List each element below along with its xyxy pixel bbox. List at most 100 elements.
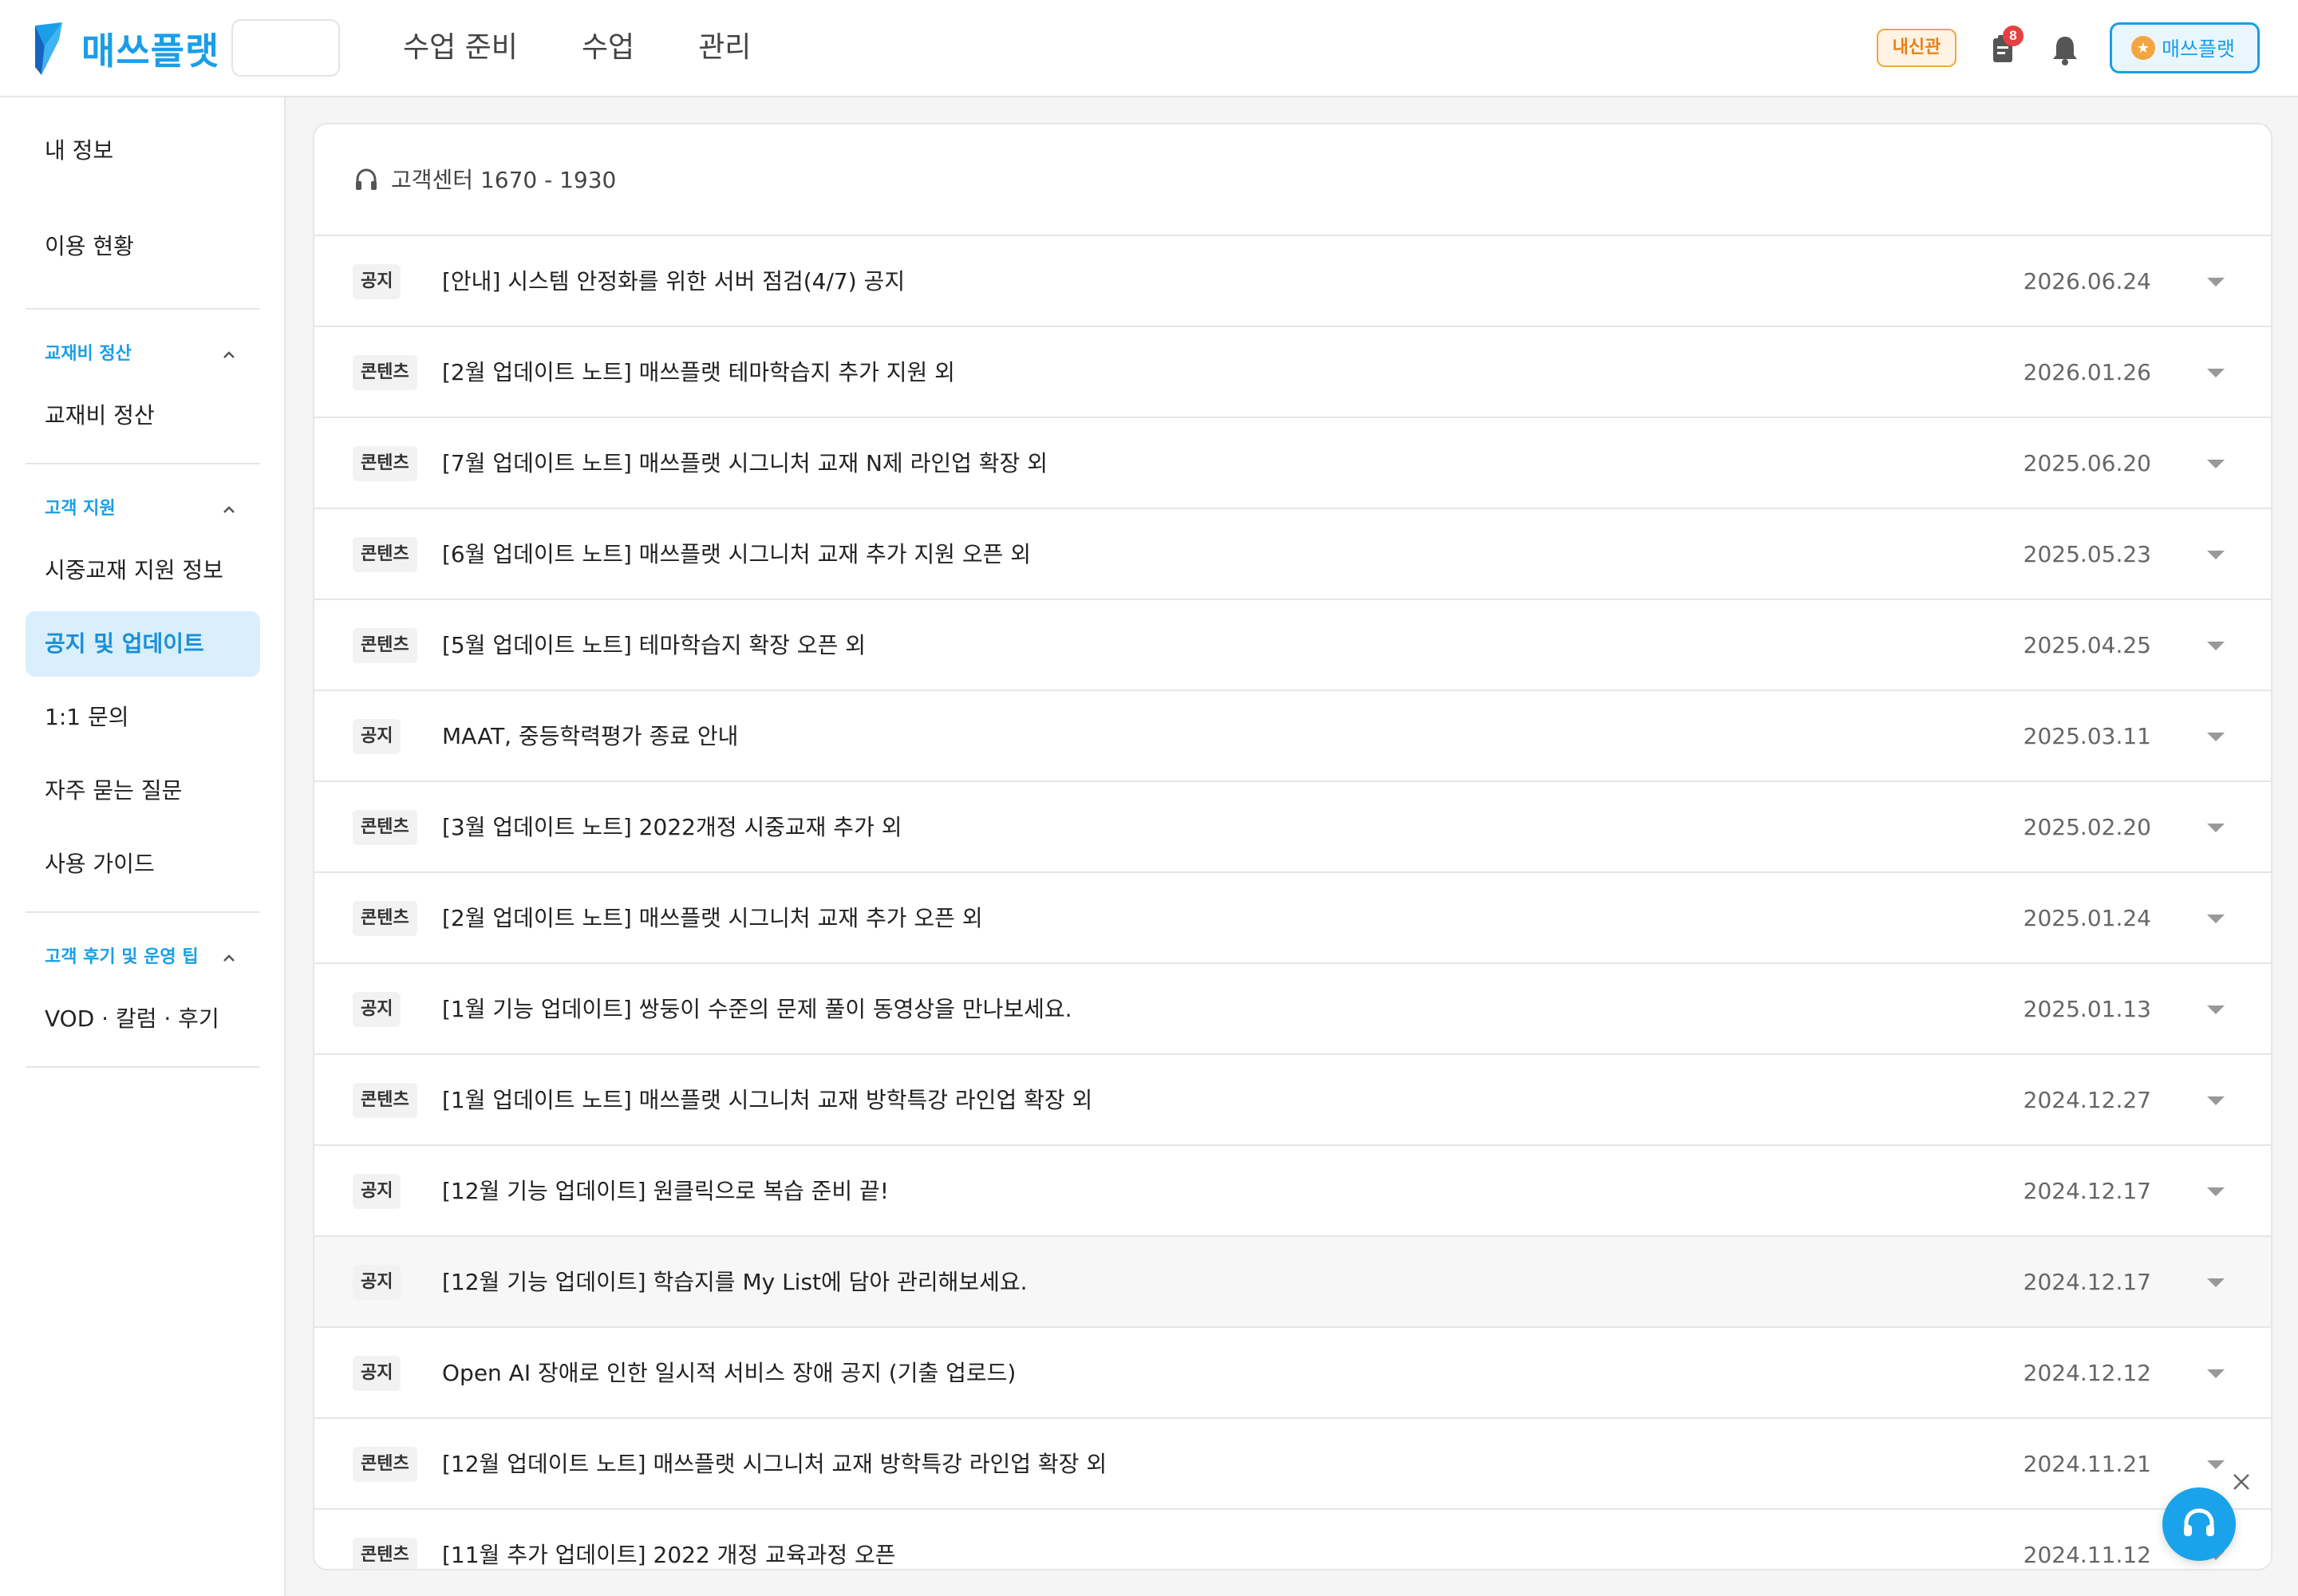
support-phone: 고객센터 1670 - 1930 xyxy=(391,167,617,193)
notice-title[interactable]: [안내] 시스템 안정화를 위한 서버 점검(4/7) 공지 xyxy=(442,260,905,303)
caret-down-icon[interactable] xyxy=(2205,1094,2226,1107)
sidebar-item-usage[interactable]: 이용 현황 xyxy=(26,214,260,279)
caret-down-icon[interactable] xyxy=(2205,275,2226,288)
notice-date: 2024.12.17 xyxy=(2023,1178,2151,1204)
notice-title[interactable]: [3월 업데이트 노트] 2022개정 시중교재 추가 외 xyxy=(442,806,902,849)
list-item[interactable]: 공지 [12월 기능 업데이트] 학습지를 My List에 담아 관리해보세요… xyxy=(314,1237,2271,1328)
sidebar-item-textbook[interactable]: 교재비 정산 xyxy=(26,383,260,448)
caret-down-icon[interactable] xyxy=(2205,1185,2226,1198)
caret-down-icon[interactable] xyxy=(2205,821,2226,834)
caret-down-icon[interactable] xyxy=(2205,548,2226,561)
category-badge: 공지 xyxy=(353,1356,401,1391)
caret-down-icon[interactable] xyxy=(2205,1003,2226,1016)
list-item[interactable]: 공지 [12월 기능 업데이트] 원클릭으로 복습 준비 끝! 2024.12.… xyxy=(314,1146,2271,1237)
notice-date: 2025.01.24 xyxy=(2023,905,2151,931)
list-item[interactable]: 콘텐츠 [11월 추가 업데이트] 2022 개정 교육과정 오픈 2024.1… xyxy=(314,1510,2271,1569)
notice-title[interactable]: Open AI 장애로 인한 일시적 서비스 장애 공지 (기출 업로드) xyxy=(442,1352,1016,1395)
list-item[interactable]: 콘텐츠 [1월 업데이트 노트] 매쓰플랫 시그니처 교재 방학특강 라인업 확… xyxy=(314,1055,2271,1146)
list-item[interactable]: 콘텐츠 [12월 업데이트 노트] 매쓰플랫 시그니처 교재 방학특강 라인업 … xyxy=(314,1419,2271,1510)
sidebar-item-vod[interactable]: VOD · 칼럼 · 후기 xyxy=(26,986,260,1052)
list-item[interactable]: 콘텐츠 [2월 업데이트 노트] 매쓰플랫 시그니처 교재 추가 오픈 외 20… xyxy=(314,873,2271,964)
bell-icon[interactable] xyxy=(2049,32,2081,67)
notice-date: 2024.12.27 xyxy=(2023,1087,2151,1113)
help-chat-button[interactable] xyxy=(2162,1487,2236,1561)
sidebar-item-my-info[interactable]: 내 정보 xyxy=(26,118,260,184)
caret-down-icon[interactable] xyxy=(2205,1276,2226,1289)
sidebar-item-textbook-support[interactable]: 시중교재 지원 정보 xyxy=(26,538,260,603)
list-item[interactable]: 콘텐츠 [6월 업데이트 노트] 매쓰플랫 시그니처 교재 추가 지원 오픈 외… xyxy=(314,509,2271,600)
nav-lesson[interactable]: 수업 xyxy=(582,24,634,72)
category-badge: 공지 xyxy=(353,719,401,754)
sidebar-divider xyxy=(26,308,260,310)
caret-down-icon[interactable] xyxy=(2205,912,2226,925)
caret-down-icon[interactable] xyxy=(2205,1458,2226,1471)
notice-title[interactable]: [2월 업데이트 노트] 매쓰플랫 시그니처 교재 추가 오픈 외 xyxy=(442,897,983,940)
list-item[interactable]: 공지 [1월 기능 업데이트] 쌍둥이 수준의 문제 풀이 동영상을 만나보세요… xyxy=(314,964,2271,1055)
notice-title[interactable]: [6월 업데이트 노트] 매쓰플랫 시그니처 교재 추가 지원 오픈 외 xyxy=(442,533,1031,576)
category-badge: 공지 xyxy=(353,992,401,1027)
list-item[interactable]: 공지 Open AI 장애로 인한 일시적 서비스 장애 공지 (기출 업로드)… xyxy=(314,1328,2271,1419)
sidebar-section-support[interactable]: 고객 지원 xyxy=(45,493,239,525)
chevron-up-icon[interactable] xyxy=(220,501,238,519)
notice-title[interactable]: [2월 업데이트 노트] 매쓰플랫 테마학습지 추가 지원 외 xyxy=(442,351,955,394)
naesin-badge[interactable]: 내신관 xyxy=(1877,29,1956,67)
notice-title[interactable]: [12월 기능 업데이트] 원클릭으로 복습 준비 끝! xyxy=(442,1170,889,1213)
sidebar-section-textbook[interactable]: 교재비 정산 xyxy=(45,338,239,370)
nav-lesson-prep[interactable]: 수업 준비 xyxy=(403,24,518,72)
notice-date: 2025.02.20 xyxy=(2023,814,2151,840)
star-coin-icon: ★ xyxy=(2131,36,2155,60)
category-badge: 공지 xyxy=(353,264,401,299)
notice-date: 2024.11.21 xyxy=(2023,1451,2151,1477)
list-item[interactable]: 콘텐츠 [5월 업데이트 노트] 테마학습지 확장 오픈 외 2025.04.2… xyxy=(314,600,2271,691)
notice-title[interactable]: [7월 업데이트 노트] 매쓰플랫 시그니처 교재 N제 라인업 확장 외 xyxy=(442,442,1048,485)
list-item[interactable]: 공지 [안내] 시스템 안정화를 위한 서버 점검(4/7) 공지 2026.0… xyxy=(314,236,2271,327)
sidebar-item-inquiry[interactable]: 1:1 문의 xyxy=(26,685,260,750)
sidebar-divider xyxy=(26,911,260,913)
chevron-up-icon[interactable] xyxy=(220,950,238,967)
notice-date: 2026.01.26 xyxy=(2023,359,2151,385)
notice-title[interactable]: [5월 업데이트 노트] 테마학습지 확장 오픈 외 xyxy=(442,624,866,667)
notice-date: 2024.12.17 xyxy=(2023,1269,2151,1295)
category-badge: 공지 xyxy=(353,1174,401,1209)
account-button[interactable]: ★ 매쓰플랫 xyxy=(2110,22,2260,73)
category-badge: 콘텐츠 xyxy=(353,537,417,572)
mathflat-logo-icon xyxy=(35,22,62,75)
caret-down-icon[interactable] xyxy=(2205,366,2226,379)
notice-date: 2025.06.20 xyxy=(2023,450,2151,476)
notice-title[interactable]: [1월 기능 업데이트] 쌍둥이 수준의 문제 풀이 동영상을 만나보세요. xyxy=(442,988,1072,1031)
notice-title[interactable]: [11월 추가 업데이트] 2022 개정 교육과정 오픈 xyxy=(442,1534,896,1569)
notice-date: 2024.12.12 xyxy=(2023,1360,2151,1386)
sidebar-item-guide[interactable]: 사용 가이드 xyxy=(26,832,260,897)
help-chat-icon xyxy=(2184,1508,2214,1536)
sidebar-divider xyxy=(26,463,260,464)
list-item[interactable]: 콘텐츠 [2월 업데이트 노트] 매쓰플랫 테마학습지 추가 지원 외 2026… xyxy=(314,327,2271,418)
notice-title[interactable]: [1월 업데이트 노트] 매쓰플랫 시그니처 교재 방학특강 라인업 확장 외 xyxy=(442,1079,1092,1122)
sidebar-section-reviews[interactable]: 고객 후기 및 운영 팁 xyxy=(45,942,239,974)
sidebar-divider xyxy=(26,1066,260,1068)
sidebar-item-faq[interactable]: 자주 묻는 질문 xyxy=(26,758,260,824)
caret-down-icon[interactable] xyxy=(2205,1367,2226,1380)
card-header: 고객센터 1670 - 1930 xyxy=(314,124,2271,236)
nav-manage[interactable]: 관리 xyxy=(698,24,751,72)
sidebar-item-notices[interactable]: 공지 및 업데이트 xyxy=(26,611,260,677)
category-badge: 콘텐츠 xyxy=(353,810,417,845)
list-item[interactable]: 콘텐츠 [7월 업데이트 노트] 매쓰플랫 시그니처 교재 N제 라인업 확장 … xyxy=(314,418,2271,509)
academy-logo-box xyxy=(231,19,340,77)
notice-date: 2026.06.24 xyxy=(2023,268,2151,294)
notice-title[interactable]: MAAT, 중등학력평가 종료 안내 xyxy=(442,715,738,758)
notice-title[interactable]: [12월 기능 업데이트] 학습지를 My List에 담아 관리해보세요. xyxy=(442,1261,1028,1304)
caret-down-icon[interactable] xyxy=(2205,457,2226,470)
top-nav: 수업 준비 수업 관리 xyxy=(403,24,815,72)
notice-title[interactable]: [12월 업데이트 노트] 매쓰플랫 시그니처 교재 방학특강 라인업 확장 외 xyxy=(442,1443,1107,1486)
list-item[interactable]: 콘텐츠 [3월 업데이트 노트] 2022개정 시중교재 추가 외 2025.0… xyxy=(314,782,2271,873)
chevron-up-icon[interactable] xyxy=(220,346,238,364)
logo[interactable]: 매쓰플랫 xyxy=(35,21,219,77)
list-item[interactable]: 공지 MAAT, 중등학력평가 종료 안내 2025.03.11 xyxy=(314,691,2271,782)
headset-icon xyxy=(356,168,377,190)
category-badge: 콘텐츠 xyxy=(353,355,417,390)
top-header: 매쓰플랫 수업 준비 수업 관리 내신관 8 ★ 매쓰플랫 xyxy=(0,0,2298,97)
close-icon[interactable] xyxy=(2231,1472,2252,1492)
caret-down-icon[interactable] xyxy=(2205,730,2226,743)
notice-list-card: 고객센터 1670 - 1930 공지 [안내] 시스템 안정화를 위한 서버 … xyxy=(313,123,2272,1570)
caret-down-icon[interactable] xyxy=(2205,639,2226,652)
